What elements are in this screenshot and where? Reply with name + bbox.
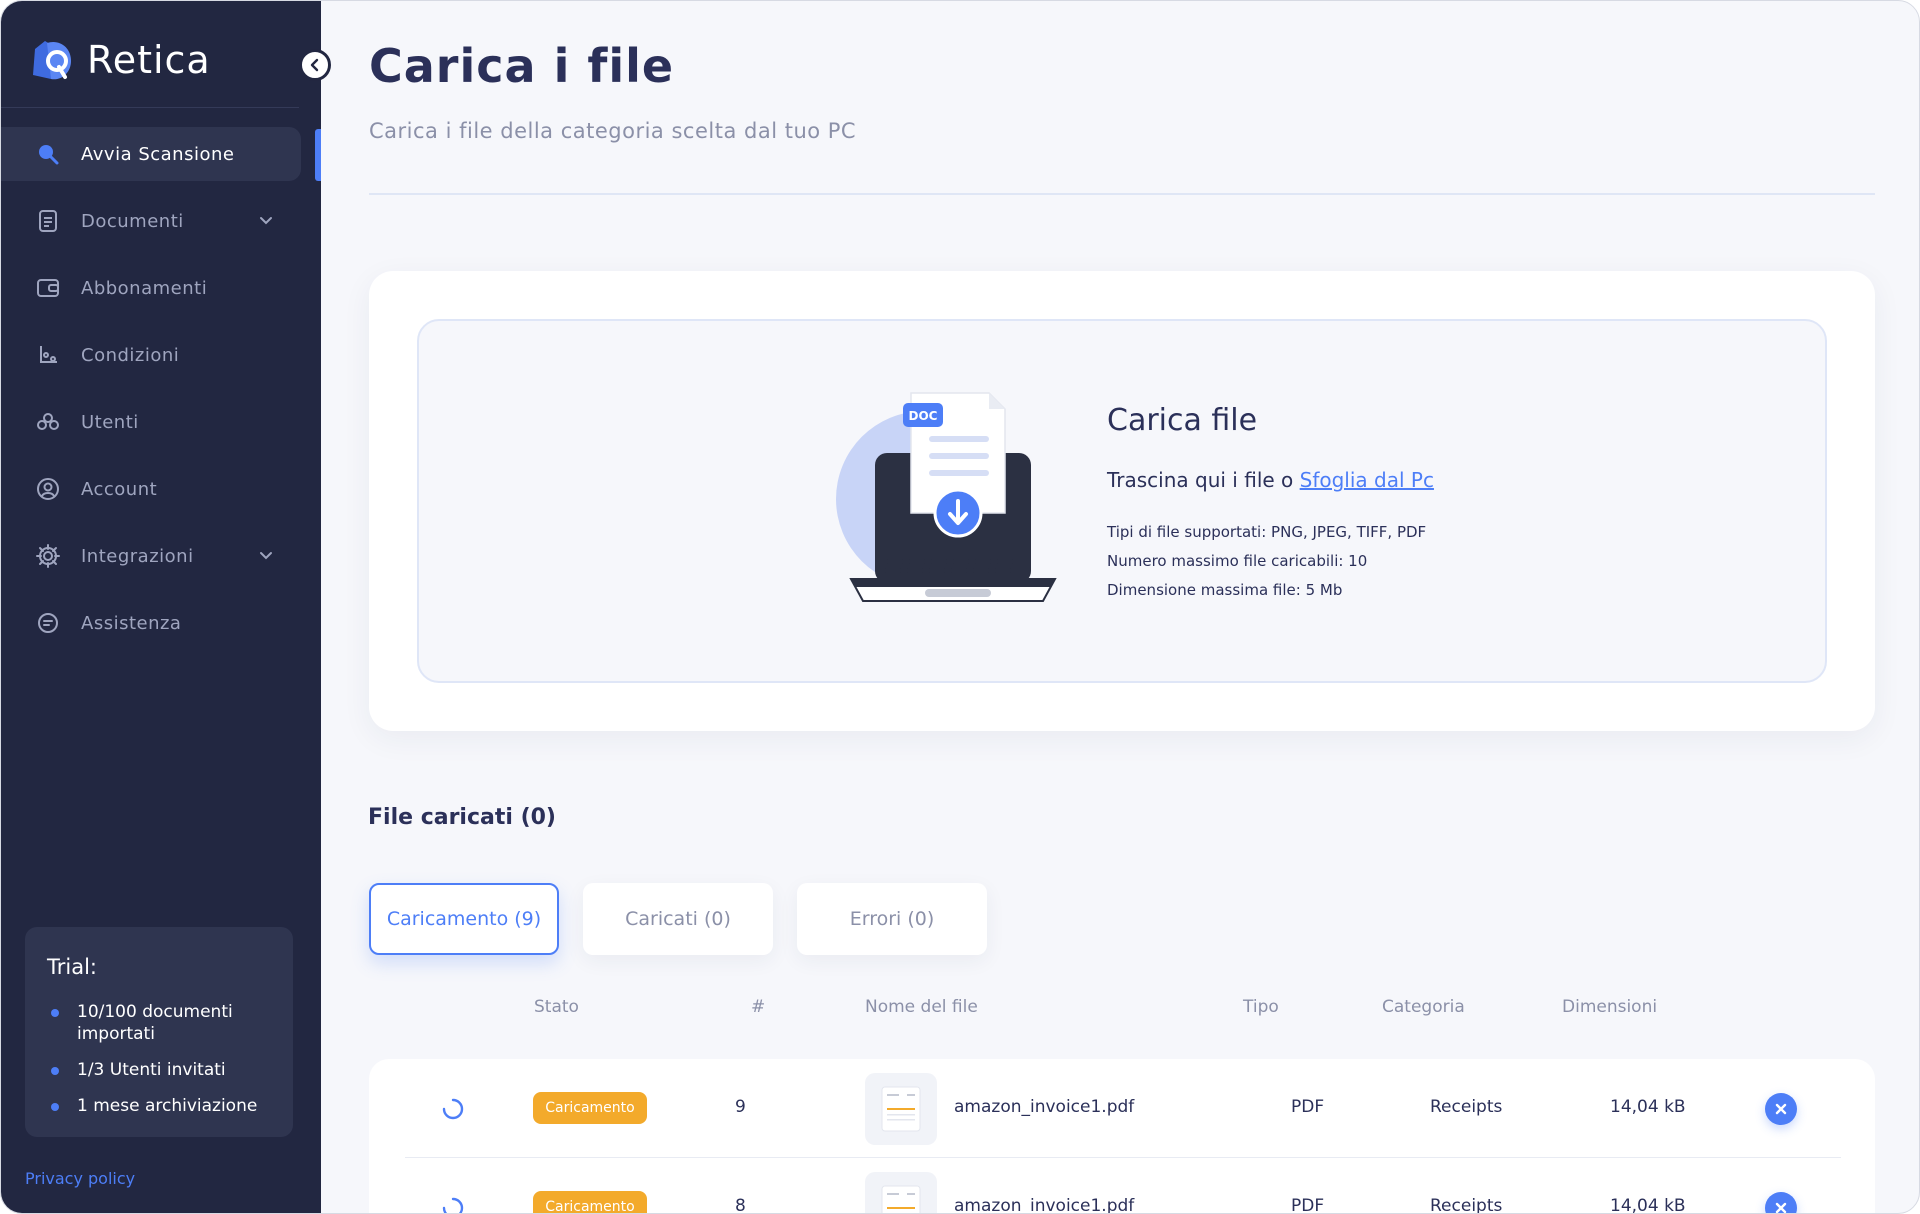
- tab-caricati[interactable]: Caricati (0): [583, 883, 773, 955]
- gear-icon: [35, 543, 61, 569]
- bullet-icon: [51, 1009, 59, 1017]
- column-header-nome[interactable]: Nome del file: [865, 997, 978, 1017]
- sidebar-item-label: Integrazioni: [81, 545, 194, 567]
- close-icon: [1775, 1202, 1787, 1213]
- doc-tag: DOC: [909, 409, 938, 423]
- upload-title: Carica file: [1107, 403, 1258, 438]
- file-category: Receipts: [1430, 1196, 1503, 1214]
- chevron-down-icon[interactable]: [257, 547, 275, 565]
- users-icon: [35, 409, 61, 435]
- app-window: Retica Avvia Scansione Documenti Abbonam…: [0, 0, 1920, 1214]
- table-row: Caricamento 9 amazon_invoice1.pdf PDF Re…: [369, 1059, 1875, 1158]
- upload-spec-max-files: Numero massimo file caricabili: 10: [1107, 552, 1368, 570]
- sidebar-item-abbonamenti[interactable]: Abbonamenti: [1, 261, 321, 315]
- receipt-preview-icon: [881, 1185, 921, 1213]
- file-size: 14,04 kB: [1610, 1097, 1686, 1117]
- sidebar-item-integrazioni[interactable]: Integrazioni: [1, 529, 321, 583]
- file-type: PDF: [1291, 1196, 1325, 1214]
- sidebar: Retica Avvia Scansione Documenti Abbonam…: [1, 1, 331, 1213]
- document-icon: [35, 208, 61, 234]
- trial-item: 1 mese archiviazione: [47, 1095, 273, 1117]
- sidebar-item-label: Documenti: [81, 210, 184, 232]
- close-icon: [1775, 1103, 1787, 1115]
- tab-errori[interactable]: Errori (0): [797, 883, 987, 955]
- trial-item: 1/3 Utenti invitati: [47, 1059, 273, 1081]
- files-section-title: File caricati (0): [368, 805, 556, 830]
- sidebar-item-label: Assistenza: [81, 612, 182, 634]
- upload-info: Carica file Trascina qui i file o Sfogli…: [1107, 403, 1434, 605]
- upload-drag-text: Trascina qui i file o Sfoglia dal Pc: [1107, 468, 1434, 492]
- file-name: amazon_invoice1.pdf: [954, 1097, 1135, 1117]
- retica-logo-icon: [33, 41, 71, 80]
- sidebar-item-avvia-scansione[interactable]: Avvia Scansione: [1, 127, 301, 181]
- column-header-stato[interactable]: Stato: [534, 997, 579, 1017]
- wallet-icon: [35, 275, 61, 301]
- file-category: Receipts: [1430, 1097, 1503, 1117]
- sidebar-item-assistenza[interactable]: Assistenza: [1, 596, 321, 650]
- file-name: amazon_invoice1.pdf: [954, 1196, 1135, 1214]
- upload-spec-types: Tipi di file supportati: PNG, JPEG, TIFF…: [1107, 523, 1427, 541]
- sidebar-collapse-button[interactable]: [299, 49, 331, 81]
- upload-card: DOC Carica file Trascina qui i file o Sf…: [369, 271, 1875, 731]
- sidebar-item-label: Condizioni: [81, 344, 180, 366]
- receipt-preview-icon: [881, 1086, 921, 1132]
- files-tabs: Caricamento (9) Caricati (0) Errori (0): [369, 883, 987, 955]
- chevron-down-icon[interactable]: [257, 212, 275, 230]
- chevron-left-icon: [310, 58, 319, 72]
- sidebar-divider: [1, 107, 299, 108]
- trial-item: 10/100 documenti importati: [47, 1001, 273, 1045]
- chat-icon: [35, 610, 61, 636]
- column-header-categoria[interactable]: Categoria: [1382, 997, 1465, 1017]
- main-content: Carica i file Carica i file della catego…: [321, 1, 1919, 1214]
- remove-file-button[interactable]: [1765, 1192, 1797, 1213]
- logo[interactable]: Retica: [29, 35, 211, 85]
- sidebar-item-account[interactable]: Account: [1, 462, 321, 516]
- app-name: Retica: [87, 38, 211, 82]
- trial-title: Trial:: [47, 955, 97, 979]
- account-icon: [35, 476, 61, 502]
- scan-search-icon: [35, 141, 61, 167]
- trial-box: Trial: 10/100 documenti importati 1/3 Ut…: [25, 927, 293, 1137]
- upload-spec-max-size: Dimensione massima file: 5 Mb: [1107, 581, 1343, 599]
- page-title: Carica i file: [369, 39, 675, 93]
- sidebar-item-label: Avvia Scansione: [81, 143, 235, 165]
- header-divider: [369, 193, 1875, 195]
- tab-caricamento[interactable]: Caricamento (9): [369, 883, 559, 955]
- bullet-icon: [51, 1067, 59, 1075]
- file-size: 14,04 kB: [1610, 1196, 1686, 1214]
- sidebar-item-utenti[interactable]: Utenti: [1, 395, 321, 449]
- column-header-dimensioni[interactable]: Dimensioni: [1562, 997, 1657, 1017]
- column-header-tipo[interactable]: Tipo: [1243, 997, 1279, 1017]
- status-badge: Caricamento: [533, 1092, 647, 1124]
- table-header: Stato # Nome del file Tipo Categoria Dim…: [321, 997, 1919, 1021]
- laptop-upload-illustration: DOC: [836, 392, 1057, 602]
- row-number: 9: [735, 1097, 746, 1117]
- sidebar-nav: Avvia Scansione Documenti Abbonamenti Co…: [1, 127, 321, 663]
- sidebar-item-label: Abbonamenti: [81, 277, 208, 299]
- files-table: Caricamento 9 amazon_invoice1.pdf PDF Re…: [369, 1059, 1875, 1214]
- row-number: 8: [735, 1196, 746, 1214]
- sidebar-item-condizioni[interactable]: Condizioni: [1, 328, 321, 382]
- table-row: Caricamento 8 amazon_invoice1.pdf PDF Re…: [369, 1158, 1875, 1214]
- remove-file-button[interactable]: [1765, 1093, 1797, 1125]
- loading-spinner-icon: [442, 1197, 464, 1213]
- page-subtitle: Carica i file della categoria scelta dal…: [369, 119, 857, 143]
- file-thumbnail[interactable]: [865, 1073, 937, 1145]
- privacy-policy-link[interactable]: Privacy policy: [25, 1169, 135, 1188]
- chart-axis-icon: [35, 342, 61, 368]
- file-type: PDF: [1291, 1097, 1325, 1117]
- sidebar-item-label: Utenti: [81, 411, 139, 433]
- sidebar-item-label: Account: [81, 478, 158, 500]
- bullet-icon: [51, 1103, 59, 1111]
- loading-spinner-icon: [442, 1098, 464, 1120]
- file-thumbnail[interactable]: [865, 1172, 937, 1213]
- column-header-number[interactable]: #: [751, 997, 765, 1017]
- sidebar-item-documenti[interactable]: Documenti: [1, 194, 321, 248]
- browse-pc-link[interactable]: Sfoglia dal Pc: [1300, 468, 1434, 492]
- status-badge: Caricamento: [533, 1191, 647, 1213]
- file-dropzone[interactable]: DOC Carica file Trascina qui i file o Sf…: [417, 319, 1827, 683]
